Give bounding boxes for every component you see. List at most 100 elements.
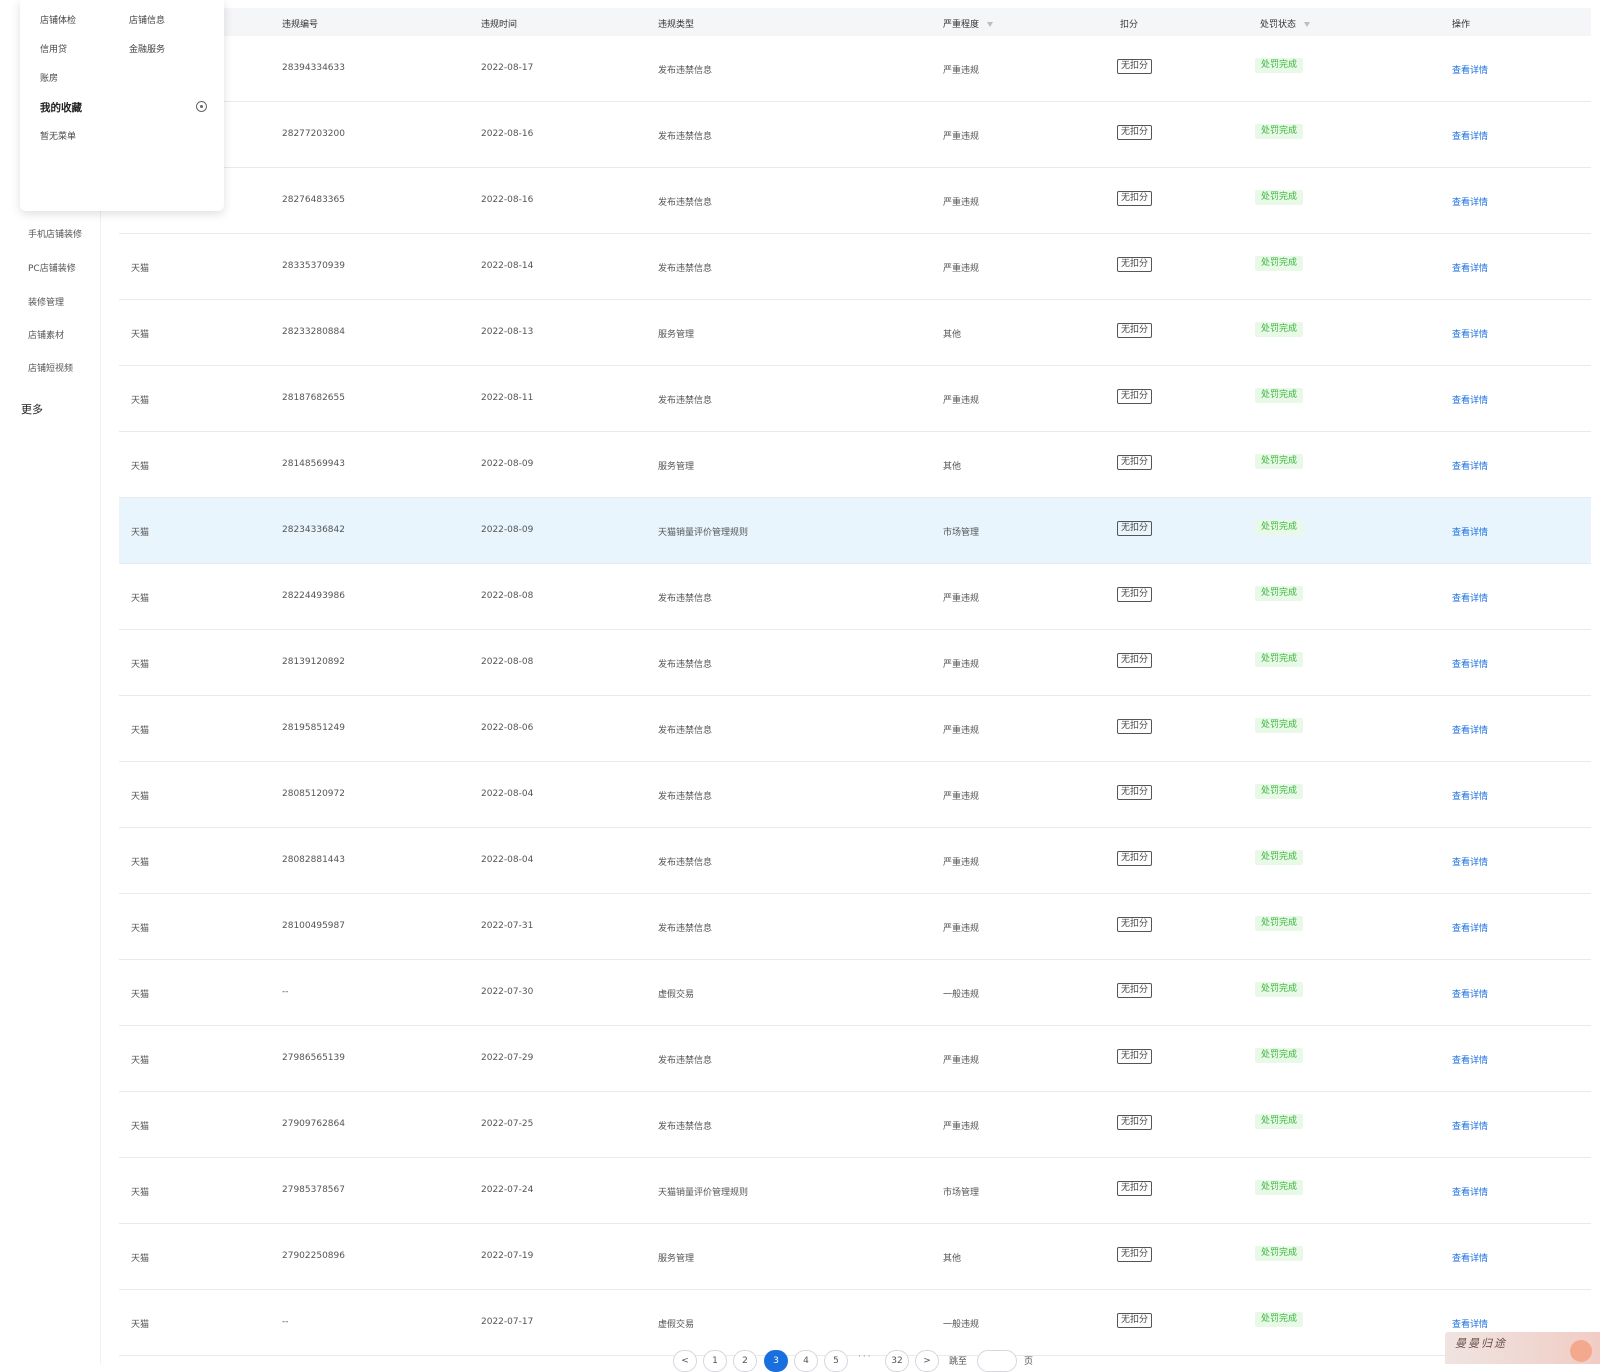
filter-icon[interactable] — [987, 22, 994, 27]
view-details-link[interactable]: 查看详情 — [1452, 921, 1488, 934]
menu-link-credit-loan[interactable]: 信用贷 — [40, 42, 67, 55]
cell-severity: 严重违规 — [943, 858, 980, 868]
view-details-link[interactable]: 查看详情 — [1452, 1185, 1488, 1198]
menu-link-account-room[interactable]: 账房 — [40, 71, 58, 84]
menu-link-shop-checkup[interactable]: 店铺体检 — [40, 13, 76, 26]
table-row[interactable]: 天猫 28335370939 2022-08-14 发布违禁信息 严重违规 无扣分 处罚完成… — [119, 234, 1591, 300]
cell-violation-time: 2022-07-30 — [481, 987, 534, 997]
view-details-link[interactable]: 查看详情 — [1452, 525, 1488, 538]
settings-icon[interactable] — [196, 101, 207, 112]
cell-violation-type: 发布违禁信息 — [658, 792, 713, 802]
view-details-link[interactable]: 查看详情 — [1452, 327, 1488, 340]
view-details-link[interactable]: 查看详情 — [1452, 987, 1488, 1000]
status-badge: 处罚完成 — [1255, 58, 1304, 73]
cell-violation-time: 2022-07-17 — [481, 1317, 534, 1327]
flower-icon — [1570, 1340, 1592, 1362]
cell-severity: 严重违规 — [943, 396, 980, 406]
status-badge: 处罚完成 — [1255, 652, 1304, 667]
cell-severity: 其他 — [943, 330, 962, 340]
cell-violation-type: 发布违禁信息 — [658, 1056, 713, 1066]
points-badge: 无扣分 — [1117, 257, 1153, 272]
view-details-link[interactable]: 查看详情 — [1452, 657, 1488, 670]
view-details-link[interactable]: 查看详情 — [1452, 129, 1488, 142]
table-row[interactable]: 天猫 27909762864 2022-07-25 发布违禁信息 严重违规 无扣分 处罚完成… — [119, 1092, 1591, 1158]
table-row[interactable]: 天猫 28139120892 2022-08-08 发布违禁信息 严重违规 无扣分 处罚完成… — [119, 630, 1591, 696]
cell-violation-id: 28139120892 — [282, 657, 345, 667]
page-button[interactable]: 5 — [824, 1350, 848, 1372]
cell-violation-time: 2022-07-24 — [481, 1185, 534, 1195]
next-page-button[interactable]: > — [915, 1350, 939, 1372]
table-row[interactable]: 28277203200 2022-08-16 发布违禁信息 严重违规 无扣分 处罚完成 查看… — [119, 102, 1591, 168]
table-row[interactable]: 天猫 28187682655 2022-08-11 发布违禁信息 严重违规 无扣分 处罚完成… — [119, 366, 1591, 432]
view-details-link[interactable]: 查看详情 — [1452, 1119, 1488, 1132]
table-row[interactable]: 天猫 28100495987 2022-07-31 发布违禁信息 严重违规 无扣分 处罚完成… — [119, 894, 1591, 960]
view-details-link[interactable]: 查看详情 — [1452, 723, 1488, 736]
view-details-link[interactable]: 查看详情 — [1452, 1317, 1488, 1330]
table-row[interactable]: 天猫 28224493986 2022-08-08 发布违禁信息 严重违规 无扣分 处罚完成… — [119, 564, 1591, 630]
menu-link-financial-service[interactable]: 金融服务 — [129, 42, 165, 55]
table-row[interactable]: 天猫 28195851249 2022-08-06 发布违禁信息 严重违规 无扣分 处罚完成… — [119, 696, 1591, 762]
table-row[interactable]: 天猫 28233280884 2022-08-13 服务管理 其他 无扣分 处罚完成 查看详情 — [119, 300, 1591, 366]
page-button[interactable]: 4 — [794, 1350, 818, 1372]
watermark-text: 曼曼归途 — [1455, 1337, 1507, 1350]
status-badge: 处罚完成 — [1255, 916, 1304, 931]
jump-page-input[interactable] — [977, 1350, 1017, 1372]
table-row[interactable]: 天猫 -- 2022-07-30 虚假交易 一般违规 无扣分 处罚完成 查看详情 — [119, 960, 1591, 1026]
view-details-link[interactable]: 查看详情 — [1452, 393, 1488, 406]
status-badge: 处罚完成 — [1255, 718, 1304, 733]
view-details-link[interactable]: 查看详情 — [1452, 1053, 1488, 1066]
sidebar-item-mobile-decoration[interactable]: 手机店铺装修 — [28, 227, 82, 240]
points-badge: 无扣分 — [1117, 1247, 1153, 1262]
view-details-link[interactable]: 查看详情 — [1452, 855, 1488, 868]
view-details-link[interactable]: 查看详情 — [1452, 459, 1488, 472]
prev-page-button[interactable]: < — [673, 1350, 697, 1372]
status-badge: 处罚完成 — [1255, 256, 1304, 271]
filter-icon[interactable] — [1304, 22, 1311, 27]
menu-link-shop-info[interactable]: 店铺信息 — [129, 13, 165, 26]
col-header-status-label: 处罚状态 — [1260, 20, 1297, 30]
cell-violation-time: 2022-08-04 — [481, 789, 534, 799]
cell-platform: 天猫 — [131, 1122, 150, 1132]
table-row[interactable]: 28276483365 2022-08-16 发布违禁信息 严重违规 无扣分 处罚完成 查看… — [119, 168, 1591, 234]
table-row[interactable]: 天猫 27902250896 2022-07-19 服务管理 其他 无扣分 处罚完成 查看详情 — [119, 1224, 1591, 1290]
status-badge: 处罚完成 — [1255, 124, 1304, 139]
table-row[interactable]: 天猫 28234336842 2022-08-09 天猫销量评价管理规则 市场管理 无扣分… — [119, 498, 1591, 564]
view-details-link[interactable]: 查看详情 — [1452, 195, 1488, 208]
view-details-link[interactable]: 查看详情 — [1452, 789, 1488, 802]
view-details-link[interactable]: 查看详情 — [1452, 591, 1488, 604]
page-button[interactable]: 1 — [703, 1350, 727, 1372]
table-row[interactable]: 天猫 27985378567 2022-07-24 天猫销量评价管理规则 市场管理 无扣分… — [119, 1158, 1591, 1224]
cell-platform: 天猫 — [131, 990, 150, 1000]
table-row[interactable]: 天猫 28082881443 2022-08-04 发布违禁信息 严重违规 无扣分 处罚完成… — [119, 828, 1591, 894]
page-button-current[interactable]: 3 — [764, 1350, 788, 1372]
sidebar-item-shop-materials[interactable]: 店铺素材 — [28, 328, 64, 341]
table-row[interactable]: 天猫 28085120972 2022-08-04 发布违禁信息 严重违规 无扣分 处罚完成… — [119, 762, 1591, 828]
table-row[interactable]: 28394334633 2022-08-17 发布违禁信息 严重违规 无扣分 处罚完成 查看… — [119, 36, 1591, 102]
jump-label: 跳至 — [949, 1357, 968, 1367]
table-row[interactable]: 天猫 28148569943 2022-08-09 服务管理 其他 无扣分 处罚完成 查看详情 — [119, 432, 1591, 498]
cell-violation-time: 2022-07-31 — [481, 921, 534, 931]
cell-violation-time: 2022-08-08 — [481, 657, 534, 667]
col-header-severity[interactable]: 严重程度 — [943, 17, 994, 30]
cell-violation-time: 2022-08-14 — [481, 261, 534, 271]
points-badge: 无扣分 — [1117, 323, 1153, 338]
sidebar-more[interactable]: 更多 — [21, 401, 43, 417]
cell-violation-time: 2022-08-11 — [481, 393, 534, 403]
sidebar-item-shop-videos[interactable]: 店铺短视频 — [28, 361, 73, 374]
col-header-status[interactable]: 处罚状态 — [1260, 17, 1311, 30]
cell-violation-id: 28234336842 — [282, 525, 345, 535]
view-details-link[interactable]: 查看详情 — [1452, 1251, 1488, 1264]
view-details-link[interactable]: 查看详情 — [1452, 63, 1488, 76]
cell-platform: 天猫 — [131, 330, 150, 340]
table-row[interactable]: 天猫 27986565139 2022-07-29 发布违禁信息 严重违规 无扣分 处罚完成… — [119, 1026, 1591, 1092]
sidebar-item-pc-decoration[interactable]: PC店铺装修 — [28, 261, 76, 274]
cell-severity: 一般违规 — [943, 1320, 980, 1330]
cell-severity: 严重违规 — [943, 594, 980, 604]
cell-violation-time: 2022-08-16 — [481, 195, 534, 205]
cell-severity: 严重违规 — [943, 1122, 980, 1132]
cell-severity: 其他 — [943, 1254, 962, 1264]
view-details-link[interactable]: 查看详情 — [1452, 261, 1488, 274]
page-button[interactable]: 2 — [733, 1350, 757, 1372]
sidebar-item-decoration-management[interactable]: 装修管理 — [28, 295, 64, 308]
page-button-last[interactable]: 32 — [885, 1350, 909, 1372]
